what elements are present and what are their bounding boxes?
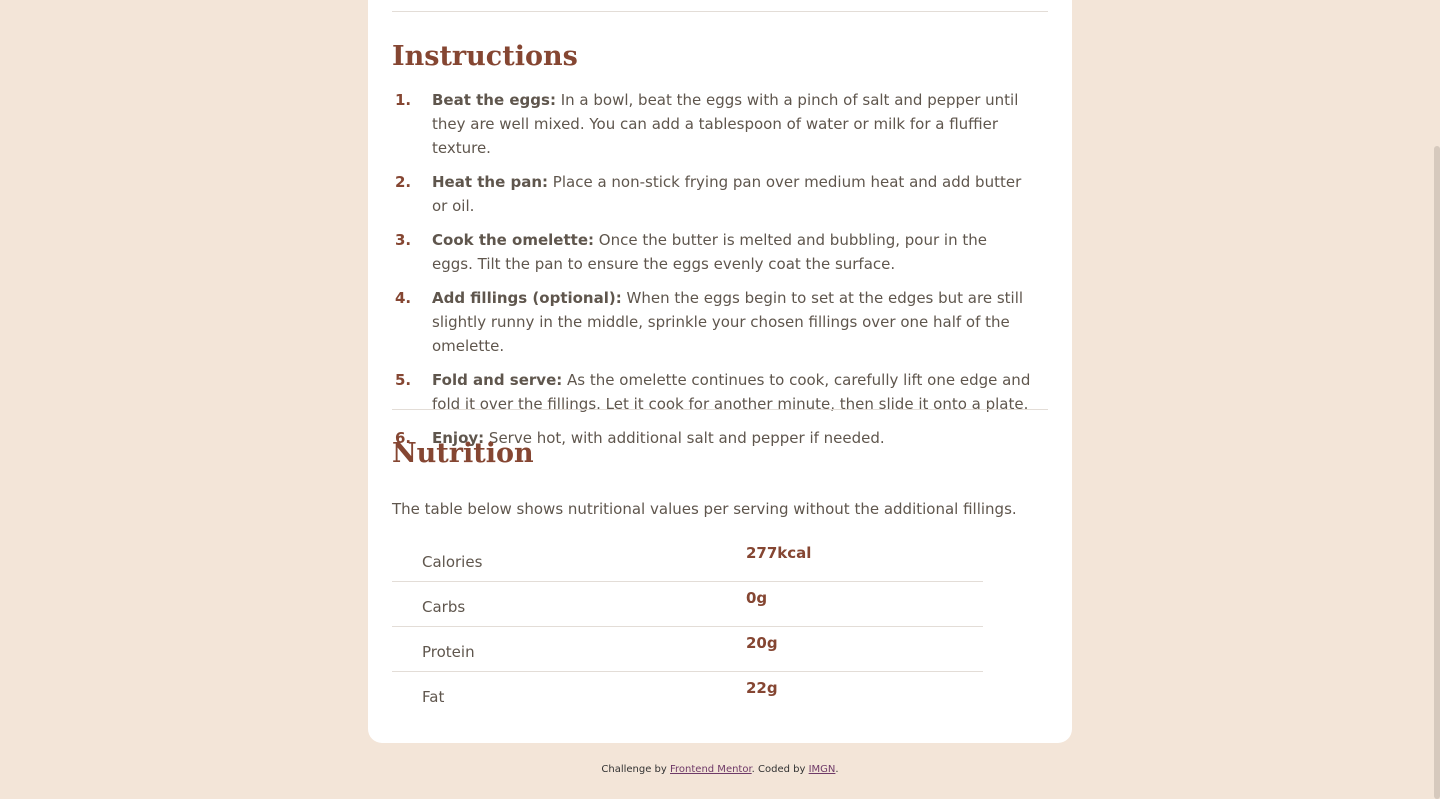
page-scrollbar[interactable]: [1434, 146, 1440, 799]
attribution-footer: Challenge by Frontend Mentor. Coded by I…: [0, 764, 1440, 775]
divider-top: [392, 11, 1048, 12]
nutrient-value: 22g: [746, 679, 778, 697]
nutrition-table: Calories 277kcal Carbs 0g Protein 20g Fa…: [392, 537, 983, 717]
instructions-list: 1. Beat the eggs: In a bowl, beat the eg…: [392, 88, 1032, 460]
instruction-step-1: 1. Beat the eggs: In a bowl, beat the eg…: [392, 88, 1032, 160]
author-link[interactable]: IMGN: [809, 764, 836, 775]
step-lead: Fold and serve:: [432, 371, 563, 389]
step-number: 5.: [395, 371, 412, 389]
step-lead: Cook the omelette:: [432, 231, 594, 249]
divider-middle: [392, 409, 1048, 410]
nutrient-label: Fat: [422, 688, 445, 706]
table-row: Protein 20g: [392, 627, 983, 672]
nutrition-intro: The table below shows nutritional values…: [392, 500, 1017, 518]
step-lead: Heat the pan:: [432, 173, 549, 191]
nutrient-value: 0g: [746, 589, 768, 607]
frontend-mentor-link[interactable]: Frontend Mentor: [670, 764, 752, 775]
instruction-step-4: 4. Add fillings (optional): When the egg…: [392, 286, 1032, 358]
nutrient-label: Carbs: [422, 598, 466, 616]
nutrition-heading: Nutrition: [392, 438, 534, 469]
footer-prefix: Challenge by: [601, 764, 670, 775]
nutrient-value: 20g: [746, 634, 778, 652]
instruction-step-3: 3. Cook the omelette: Once the butter is…: [392, 228, 1032, 276]
footer-suffix: .: [835, 764, 839, 775]
step-lead: Add fillings (optional):: [432, 289, 622, 307]
table-row: Calories 277kcal: [392, 537, 983, 582]
step-text: Serve hot, with additional salt and pepp…: [484, 429, 885, 447]
step-number: 2.: [395, 173, 412, 191]
table-row: Fat 22g: [392, 672, 983, 717]
nutrient-value: 277kcal: [746, 544, 812, 562]
nutrient-label: Calories: [422, 553, 483, 571]
step-number: 1.: [395, 91, 412, 109]
step-number: 3.: [395, 231, 412, 249]
step-number: 4.: [395, 289, 412, 307]
instruction-step-2: 2. Heat the pan: Place a non-stick fryin…: [392, 170, 1032, 218]
table-row: Carbs 0g: [392, 582, 983, 627]
recipe-card: Instructions 1. Beat the eggs: In a bowl…: [368, 0, 1072, 743]
step-lead: Beat the eggs:: [432, 91, 556, 109]
nutrient-label: Protein: [422, 643, 475, 661]
footer-middle: . Coded by: [751, 764, 809, 775]
instructions-heading: Instructions: [392, 41, 578, 72]
